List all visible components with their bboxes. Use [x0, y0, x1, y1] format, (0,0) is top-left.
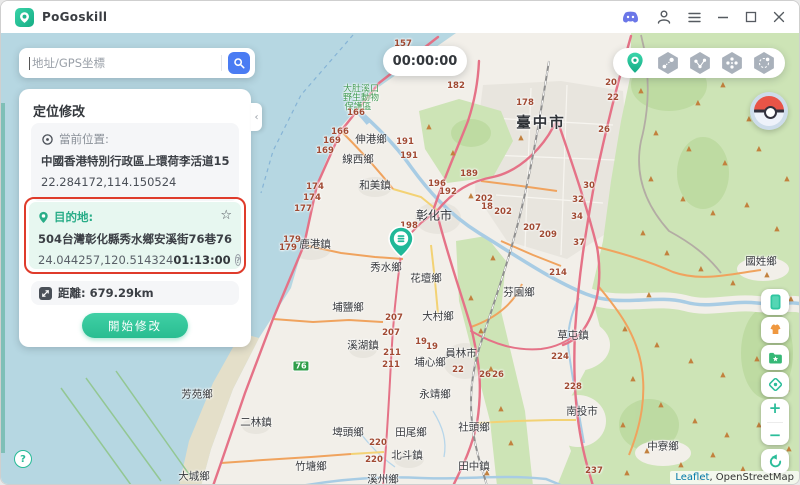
current-location-address: 中國香港特別行政區上環荷李活道151號Iz...	[41, 153, 229, 169]
eta-value: 01:13:00	[173, 253, 230, 267]
current-location-coords: 22.284172,114.150524	[41, 175, 229, 189]
map-canvas[interactable]: 臺中市彰化市伸港鄉線西鄉和美鎮鹿港鎮秀水鄉花壇鄉芬園鄉埔鹽鄉大村鄉溪湖鎮員林市埔…	[1, 33, 800, 485]
zoom-out-button[interactable]: −	[761, 428, 789, 443]
panel-title: 定位修改	[33, 101, 85, 120]
pokeball-icon	[754, 96, 784, 126]
panel-collapse-button[interactable]: ‹	[251, 103, 262, 131]
zoom-in-button[interactable]: +	[761, 401, 789, 416]
distance-row: 距離: 679.29km	[31, 281, 239, 305]
app-window: PoGoskill	[0, 0, 800, 485]
minimize-button[interactable]	[717, 11, 729, 23]
locate-button[interactable]	[761, 372, 789, 397]
titlebar: PoGoskill	[1, 1, 799, 33]
mode-toolbar	[613, 48, 785, 78]
favorite-star-icon[interactable]: ☆	[220, 208, 232, 223]
menu-icon[interactable]	[688, 12, 701, 23]
maximize-button[interactable]	[745, 11, 757, 23]
destination-card: 目的地: ☆ 504台灣彰化縣秀水鄉安溪街76巷76號 24.044257,12…	[29, 202, 241, 269]
collection-button[interactable]	[761, 345, 789, 370]
distance-icon	[39, 287, 52, 300]
zoom-controls: + −	[761, 399, 789, 445]
destination-highlight-box: 目的地: ☆ 504台灣彰化縣秀水鄉安溪街76巷76號 24.044257,12…	[24, 197, 246, 274]
session-timer: 00:00:00	[383, 46, 467, 76]
undo-button[interactable]	[761, 449, 789, 473]
search-divider	[221, 55, 222, 71]
discord-icon[interactable]	[621, 10, 640, 25]
destination-marker[interactable]	[388, 226, 414, 258]
location-panel: 定位修改 ‹ 當前位置: 中國香港特別行政區上環荷李活道151號Iz... 22…	[19, 89, 251, 347]
cooldown-bag-button[interactable]	[761, 317, 789, 343]
device-button[interactable]	[761, 289, 789, 315]
two-spot-mode-icon[interactable]	[657, 52, 679, 74]
eta-help-icon[interactable]: ?	[235, 254, 242, 266]
help-button[interactable]: ?	[14, 450, 32, 468]
search-input[interactable]: 地址/GPS坐標	[32, 55, 215, 71]
start-modify-button[interactable]: 開始修改	[82, 313, 188, 338]
pin-icon	[38, 211, 49, 224]
target-icon	[41, 133, 54, 146]
gpx-route-mode-icon[interactable]	[753, 52, 775, 74]
osm-link[interactable]: OpenStreetMap	[716, 472, 794, 483]
joystick-mode-icon[interactable]	[721, 52, 743, 74]
destination-label: 目的地:	[54, 209, 93, 225]
teleport-mode-icon[interactable]	[623, 51, 647, 75]
app-logo-icon	[15, 8, 34, 27]
close-button[interactable]	[773, 11, 785, 23]
account-icon[interactable]	[656, 9, 672, 25]
distance-value: 距離: 679.29km	[58, 285, 154, 301]
current-location-card: 當前位置: 中國香港特別行政區上環荷李活道151號Iz... 22.284172…	[31, 123, 239, 201]
destination-coords: 24.044257,120.514324	[38, 253, 173, 267]
leaflet-link[interactable]: Leaflet	[675, 472, 709, 483]
app-name: PoGoskill	[42, 10, 107, 24]
destination-address: 504台灣彰化縣秀水鄉安溪街76巷76號	[38, 231, 232, 247]
search-button[interactable]	[228, 52, 250, 74]
zoom-divider	[767, 422, 783, 423]
map-attribution: Leaflet, OpenStreetMap	[670, 471, 799, 484]
search-bar[interactable]: 地址/GPS坐標	[19, 48, 255, 78]
text-caret	[29, 57, 30, 70]
current-location-label: 當前位置:	[59, 131, 109, 147]
pokeball-button[interactable]	[750, 92, 788, 130]
multi-spot-mode-icon[interactable]	[689, 52, 711, 74]
